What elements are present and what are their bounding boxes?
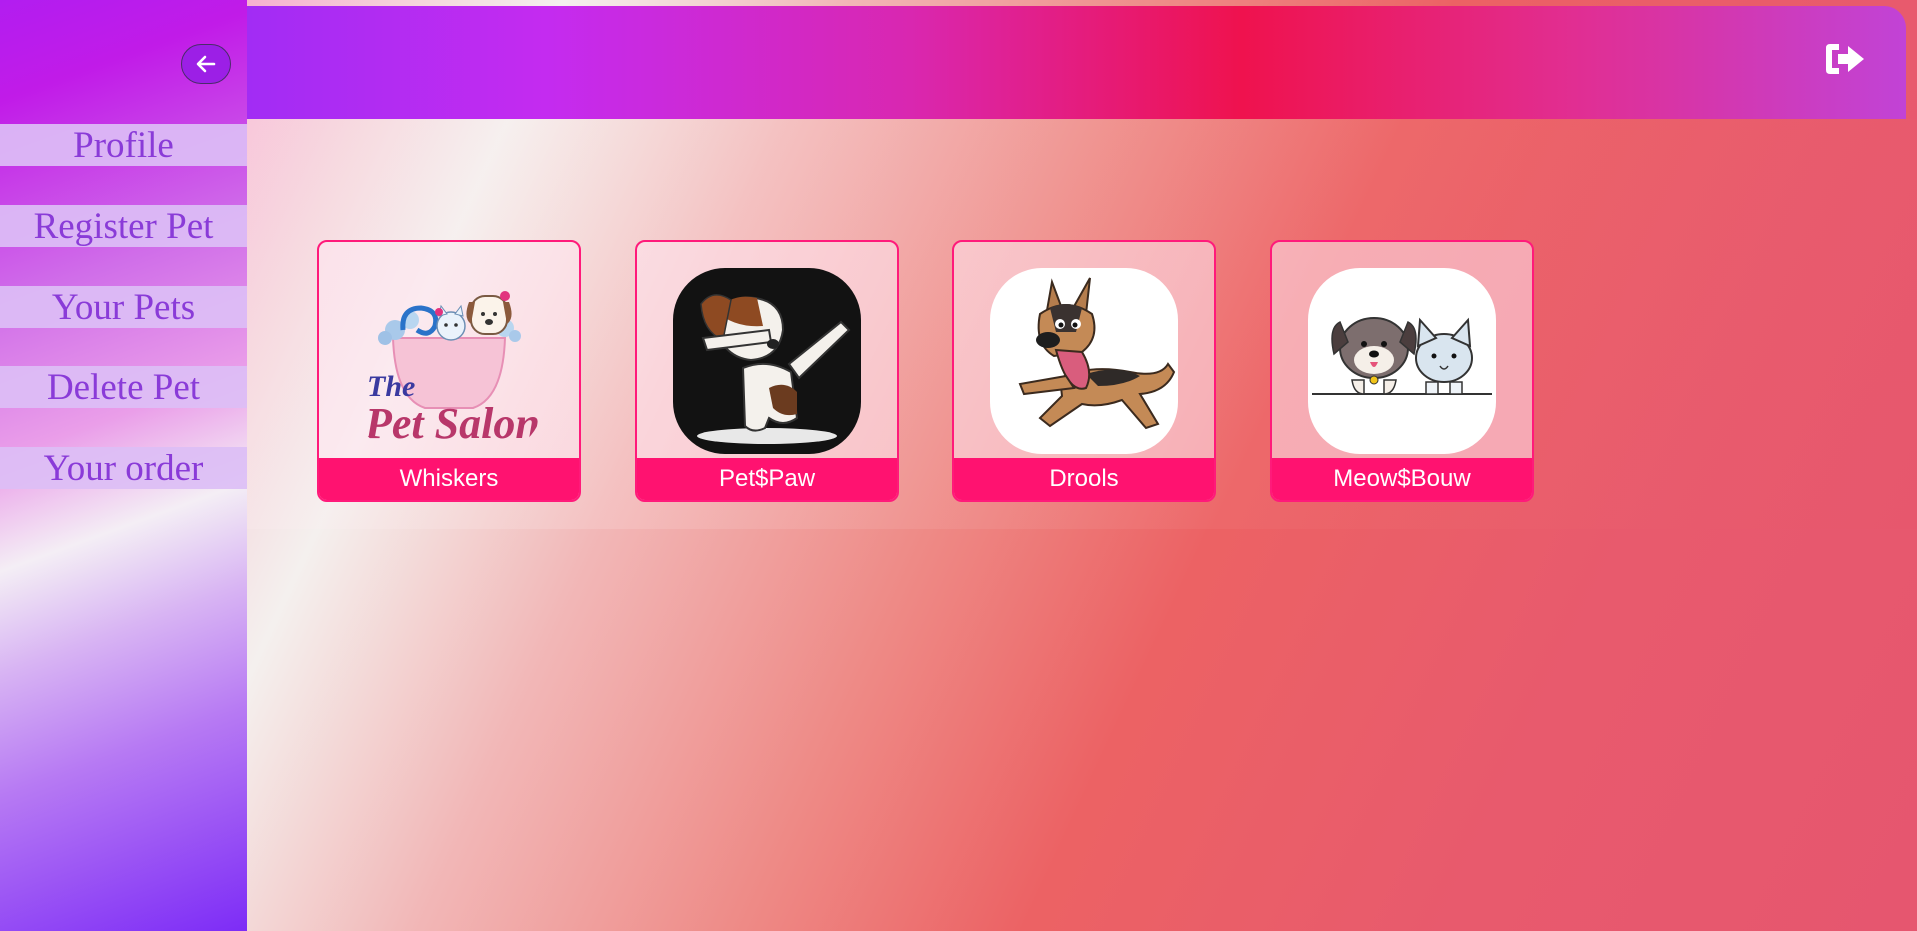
- salon-logo-whiskers: The Pet Salon: [355, 268, 543, 454]
- salon-name: Pet$Paw: [637, 458, 897, 500]
- arrow-left-icon: [196, 55, 216, 73]
- salon-logo-meow-bouw: [1308, 268, 1496, 454]
- salon-logo-drools: [990, 268, 1178, 454]
- salon-name: Whiskers: [319, 458, 579, 500]
- salon-card-pet-paw[interactable]: Pet$Paw: [635, 240, 899, 502]
- salon-name: Drools: [954, 458, 1214, 500]
- logo-text-pet-salon: Pet Salon: [364, 399, 540, 448]
- collapse-sidebar-button[interactable]: [181, 44, 231, 84]
- sidebar-item-your-pets[interactable]: Your Pets: [0, 286, 247, 328]
- salon-card-meow-bouw[interactable]: Meow$Bouw: [1270, 240, 1534, 502]
- sidebar-item-register-pet[interactable]: Register Pet: [0, 205, 247, 247]
- top-bar: [247, 6, 1906, 119]
- sidebar-item-your-order[interactable]: Your order: [0, 447, 247, 489]
- salon-logo-pet-paw: [673, 268, 861, 454]
- salon-name: Meow$Bouw: [1272, 458, 1532, 500]
- sidebar-item-delete-pet[interactable]: Delete Pet: [0, 366, 247, 408]
- salon-card-drools[interactable]: Drools: [952, 240, 1216, 502]
- sidebar: Profile Register Pet Your Pets Delete Pe…: [0, 0, 247, 931]
- sidebar-item-profile[interactable]: Profile: [0, 124, 247, 166]
- salon-card-whiskers[interactable]: The Pet Salon Whiskers: [317, 240, 581, 502]
- sign-out-icon[interactable]: [1824, 41, 1866, 77]
